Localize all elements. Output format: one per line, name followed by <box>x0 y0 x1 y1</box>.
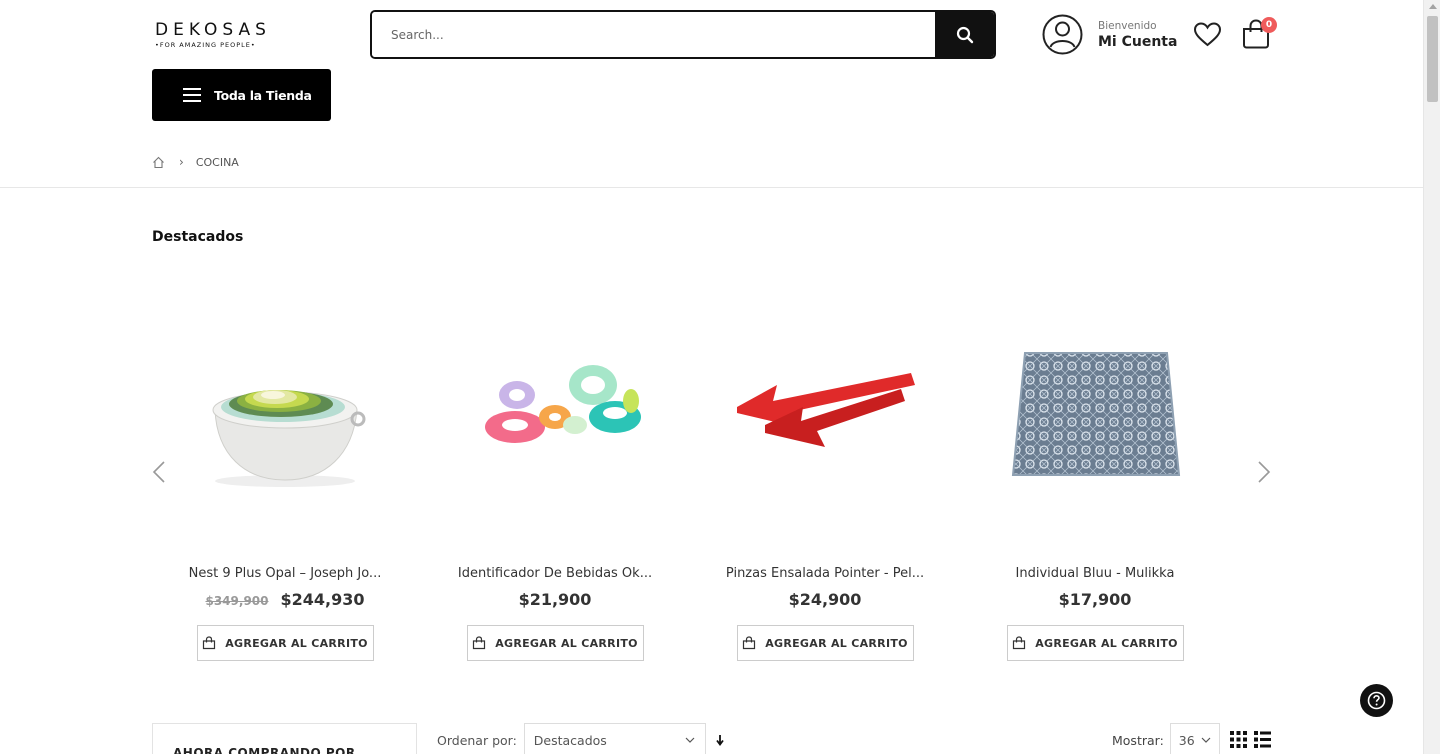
shopping-bag-icon <box>203 636 216 650</box>
product-name[interactable]: Nest 9 Plus Opal – Joseph Jo... <box>180 566 390 581</box>
product-image[interactable] <box>430 290 680 540</box>
add-to-cart-button[interactable]: AGREGAR AL CARRITO <box>736 625 914 661</box>
product-image[interactable] <box>700 290 950 540</box>
sort-control: Ordenar por: Destacados <box>437 723 724 754</box>
add-to-cart-label: AGREGAR AL CARRITO <box>225 636 368 650</box>
site-logo[interactable]: DEKOSAS •FOR AMAZING PEOPLE• <box>155 20 275 49</box>
product-card[interactable]: Nest 9 Plus Opal – Joseph Jo... $349,900… <box>160 290 410 661</box>
breadcrumb: › COCINA <box>152 155 239 169</box>
search-button[interactable] <box>935 12 994 57</box>
product-price-block: $21,900 <box>430 590 680 609</box>
product-price: $244,930 <box>280 590 365 609</box>
add-to-cart-button[interactable]: AGREGAR AL CARRITO <box>196 625 374 661</box>
product-name[interactable]: Individual Bluu - Mulikka <box>990 566 1200 581</box>
account-link[interactable]: Bienvenido Mi Cuenta <box>1042 14 1177 55</box>
product-price-block: $24,900 <box>700 590 950 609</box>
scroll-up-icon[interactable] <box>1429 4 1437 9</box>
sort-label: Ordenar por: <box>437 732 517 748</box>
scrollbar-thumb[interactable] <box>1427 16 1438 102</box>
menu-icon <box>183 84 201 106</box>
chevron-down-icon <box>685 737 695 743</box>
nesting-bowls-image <box>212 390 366 487</box>
per-page-select[interactable]: 36 <box>1169 723 1220 754</box>
account-name: Mi Cuenta <box>1098 33 1178 50</box>
product-image[interactable] <box>970 290 1220 540</box>
product-card[interactable]: Pinzas Ensalada Pointer - Pel... $24,900… <box>700 290 950 661</box>
list-view-icon[interactable] <box>1254 731 1271 748</box>
user-icon <box>1042 14 1083 55</box>
product-image[interactable] <box>160 290 410 540</box>
product-price-block: $349,900 $244,930 <box>160 590 410 609</box>
section-title: Destacados <box>152 229 244 245</box>
add-to-cart-label: AGREGAR AL CARRITO <box>1035 636 1178 650</box>
home-icon[interactable] <box>152 156 165 169</box>
drink-markers-image <box>485 365 641 443</box>
account-welcome: Bienvenido <box>1098 19 1157 32</box>
sort-direction-icon[interactable] <box>716 734 724 746</box>
search-icon <box>956 26 973 43</box>
page-scrollbar[interactable] <box>1423 0 1440 754</box>
per-page-value: 36 <box>1178 732 1195 748</box>
product-price: $17,900 <box>1058 590 1132 609</box>
product-name[interactable]: Identificador De Bebidas Ok... <box>450 566 660 581</box>
header-divider <box>0 187 1423 188</box>
cart-count-badge: 0 <box>1261 17 1277 33</box>
filter-sidebar: AHORA COMPRANDO POR <box>152 723 417 754</box>
product-price-block: $17,900 <box>970 590 1220 609</box>
logo-tagline: •FOR AMAZING PEOPLE• <box>155 41 256 49</box>
carousel-next-icon[interactable] <box>1256 460 1272 484</box>
heart-icon[interactable] <box>1193 21 1222 48</box>
per-page-label: Mostrar: <box>1112 732 1164 748</box>
product-price: $24,900 <box>788 590 862 609</box>
question-icon <box>1367 691 1386 710</box>
shopping-bag-icon <box>743 636 756 650</box>
product-card[interactable]: Individual Bluu - Mulikka $17,900 AGREGA… <box>970 290 1220 661</box>
sort-value: Destacados <box>533 732 607 748</box>
all-store-label: Toda la Tienda <box>214 87 312 103</box>
product-name[interactable]: Pinzas Ensalada Pointer - Pel... <box>720 566 930 581</box>
chevron-right-icon: › <box>179 155 184 169</box>
add-to-cart-button[interactable]: AGREGAR AL CARRITO <box>1006 625 1184 661</box>
add-to-cart-label: AGREGAR AL CARRITO <box>765 636 908 650</box>
cart-button[interactable]: 0 <box>1241 17 1277 50</box>
product-price: $21,900 <box>518 590 592 609</box>
add-to-cart-button[interactable]: AGREGAR AL CARRITO <box>466 625 644 661</box>
add-to-cart-label: AGREGAR AL CARRITO <box>495 636 638 650</box>
product-card[interactable]: Identificador De Bebidas Ok... $21,900 A… <box>430 290 680 661</box>
help-button[interactable] <box>1360 684 1393 717</box>
search-bar <box>370 10 996 59</box>
per-page-control: Mostrar: 36 <box>1112 723 1220 754</box>
sort-select[interactable]: Destacados <box>523 723 706 754</box>
all-store-button[interactable]: Toda la Tienda <box>152 69 331 121</box>
chevron-down-icon <box>1201 737 1211 743</box>
placemat-image <box>1011 352 1181 476</box>
shopping-bag-icon <box>473 636 486 650</box>
grid-view-icon[interactable] <box>1230 731 1247 748</box>
breadcrumb-current[interactable]: COCINA <box>196 156 239 169</box>
logo-wordmark: DEKOSAS <box>155 20 271 40</box>
filter-sidebar-title: AHORA COMPRANDO POR <box>173 746 356 754</box>
product-old-price: $349,900 <box>205 594 269 608</box>
shopping-bag-icon <box>1013 636 1026 650</box>
search-input[interactable] <box>372 12 936 57</box>
salad-tongs-image <box>737 373 915 447</box>
